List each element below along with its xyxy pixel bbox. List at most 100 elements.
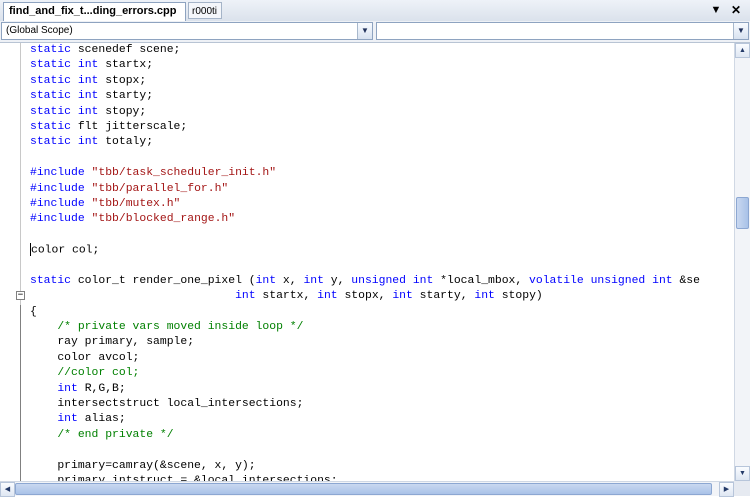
code-line[interactable]: #include "tbb/parallel_for.h"	[30, 182, 734, 197]
code-line[interactable]: int startx, int stopx, int starty, int s…	[30, 289, 734, 304]
code-line[interactable]: int alias;	[30, 412, 734, 427]
scroll-right-icon[interactable]: ▶	[719, 482, 734, 497]
code-line[interactable]: color col;	[30, 243, 734, 258]
keyword-token: int	[303, 274, 324, 287]
keyword-token: int	[77, 136, 99, 149]
tab-r000ti[interactable]: r000ti	[188, 2, 222, 19]
code-token: startx,	[255, 290, 318, 303]
keyword-token: static	[30, 120, 72, 133]
keyword-token: static	[30, 105, 72, 118]
comment-token: /* private vars moved inside loop */	[57, 321, 304, 334]
code-line[interactable]: int R,G,B;	[30, 382, 734, 397]
chevron-down-icon[interactable]: ▼	[357, 23, 372, 39]
members-dropdown[interactable]: ▼	[376, 22, 749, 40]
code-line[interactable]: static int startx;	[30, 58, 734, 73]
code-line[interactable]: static int stopx;	[30, 74, 734, 89]
code-token: starty,	[412, 290, 475, 303]
code-token: totaly;	[98, 136, 154, 149]
scroll-down-icon[interactable]: ▼	[735, 466, 750, 481]
code-line[interactable]: #include "tbb/mutex.h"	[30, 197, 734, 212]
code-editor[interactable]: − static scenedef scene; static int start…	[0, 43, 734, 481]
code-line[interactable]: /* end private */	[30, 428, 734, 443]
code-token: &se	[672, 274, 700, 287]
code-line[interactable]	[30, 258, 734, 273]
code-line[interactable]: static scenedef scene;	[30, 43, 734, 58]
code-token: starty;	[98, 90, 154, 103]
chevron-down-icon[interactable]: ▼	[733, 23, 748, 39]
code-line[interactable]	[30, 151, 734, 166]
preprocessor-token: #include	[30, 167, 85, 180]
code-line[interactable]	[30, 228, 734, 243]
keyword-token: unsigned	[351, 274, 406, 287]
scroll-up-icon[interactable]: ▲	[735, 43, 750, 58]
code-line[interactable]	[30, 443, 734, 458]
code-token: stopy)	[494, 290, 543, 303]
code-line[interactable]: color avcol;	[30, 351, 734, 366]
tab-list-dropdown-icon[interactable]: ▼	[708, 2, 724, 18]
horizontal-scroll-thumb[interactable]	[15, 483, 712, 495]
code-line[interactable]: static color_t render_one_pixel (int x, …	[30, 274, 734, 289]
keyword-token: int	[57, 413, 78, 426]
code-token: x,	[276, 274, 304, 287]
code-token: scenedef scene;	[71, 44, 181, 56]
scroll-left-icon[interactable]: ◀	[0, 482, 15, 497]
scope-value: (Global Scope)	[6, 25, 73, 36]
code-token: color_t render_one_pixel (	[71, 274, 256, 287]
code-token: stopx,	[337, 290, 393, 303]
code-token: alias;	[77, 413, 126, 426]
code-line[interactable]: static int stopy;	[30, 105, 734, 120]
code-line[interactable]: /* private vars moved inside loop */	[30, 320, 734, 335]
code-line[interactable]: {	[30, 305, 734, 320]
code-token: stopx;	[98, 74, 147, 87]
code-line[interactable]: primary=camray(&scene, x, y);	[30, 459, 734, 474]
vertical-scroll-thumb[interactable]	[736, 196, 749, 230]
code-token: ray primary, sample;	[30, 336, 195, 349]
keyword-token: static	[30, 44, 72, 56]
code-line[interactable]: primary.intstruct = &local_intersections…	[30, 474, 734, 481]
collapse-icon[interactable]: −	[16, 291, 25, 300]
keyword-token: int	[255, 274, 277, 287]
keyword-token: static	[30, 74, 72, 87]
keyword-token: int	[474, 290, 495, 303]
code-line[interactable]: static flt jitterscale;	[30, 120, 734, 135]
tab-find-and-fix-cpp[interactable]: find_and_fix_t...ding_errors.cpp	[3, 2, 186, 21]
code-line[interactable]: static int starty;	[30, 89, 734, 104]
code-line[interactable]: intersectstruct local_intersections;	[30, 397, 734, 412]
code-line[interactable]: #include "tbb/task_scheduler_init.h"	[30, 166, 734, 181]
code-line[interactable]: static int totaly;	[30, 135, 734, 150]
document-tab-strip: find_and_fix_t...ding_errors.cpp r000ti …	[0, 0, 750, 22]
code-line[interactable]: #include "tbb/blocked_range.h"	[30, 212, 734, 227]
keyword-token: int	[77, 90, 99, 103]
keyword-token: int	[235, 290, 256, 303]
vertical-scrollbar[interactable]: ▲ ▼	[734, 43, 750, 481]
horizontal-scrollbar[interactable]: ◀ ▶	[0, 481, 734, 497]
comment-token: //color col;	[57, 367, 140, 380]
code-token: R,G,B;	[77, 382, 126, 395]
scope-dropdown[interactable]: (Global Scope) ▼	[1, 22, 373, 40]
code-text[interactable]: static scenedef scene; static int startx;…	[30, 43, 734, 481]
code-line[interactable]: //color col;	[30, 366, 734, 381]
code-line[interactable]: ray primary, sample;	[30, 335, 734, 350]
string-token: "tbb/blocked_range.h"	[91, 213, 236, 226]
keyword-token: int	[412, 274, 434, 287]
keyword-token: int	[652, 274, 673, 287]
string-token: "tbb/mutex.h"	[91, 197, 181, 210]
preprocessor-token: #include	[30, 197, 85, 210]
code-token: {	[30, 305, 37, 318]
close-document-icon[interactable]: ✕	[728, 2, 744, 18]
string-token: "tbb/task_scheduler_init.h"	[91, 167, 277, 180]
